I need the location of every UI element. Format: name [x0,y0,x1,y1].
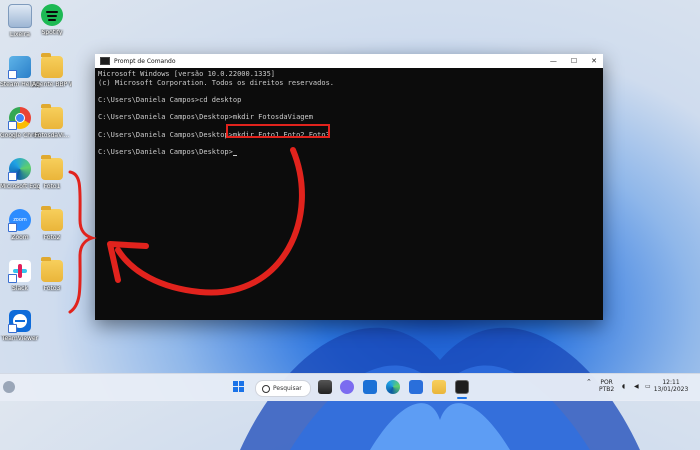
folder-icon[interactable]: Agente BBP Windows e... [32,53,72,88]
battery-icon[interactable]: ▭ [645,383,651,390]
desktop-icon-label: Foto3 [43,285,61,292]
desktop-icon-label: Agente BBP Windows e... [32,81,72,88]
clock[interactable]: 12:11 13/01/2023 [653,379,689,393]
terminal-icon [100,57,110,65]
terminal-prompt: C:\Users\Daniela Campos\Desktop> [98,148,233,157]
close-button[interactable]: ✕ [591,57,597,65]
terminal-line: C:\Users\Daniela Campos\Desktop>mkdir Fo… [98,130,330,139]
folder-icon[interactable]: Foto1 [32,155,72,190]
minimize-button[interactable]: — [550,57,557,65]
clock-time: 12:11 [662,379,680,386]
taskbar: Pesquisar ⌃ POR PTB2 ◖ ◀ ▭ 12:11 13/01/2… [0,373,700,401]
network-icon[interactable]: ◖ [622,383,625,390]
folder-icon[interactable]: FotosdaVi... [32,104,72,139]
folder-icon[interactable]: Foto2 [32,206,72,241]
chevron-up-icon[interactable]: ⌃ [586,379,592,386]
search-label: Pesquisar [273,385,302,392]
chat-icon[interactable] [340,380,354,394]
terminal-output[interactable]: Microsoft Windows [versão 10.0.22000.133… [95,68,603,159]
language-indicator[interactable]: POR PTB2 [599,379,614,393]
desktop-icon-label: Foto1 [43,183,61,190]
volume-icon[interactable]: ◀ [634,383,639,390]
store-icon[interactable] [409,380,423,394]
terminal-taskbar-icon[interactable] [455,380,469,394]
search-icon [262,384,270,393]
file-explorer-icon[interactable] [432,380,446,394]
bracket-annotation [68,170,97,314]
window-title-bar[interactable]: Prompt de Comando — ☐ ✕ [95,54,603,68]
terminal-line: C:\Users\Daniela Campos\Desktop>mkdir Fo… [98,113,313,122]
desktop-icon-label: Foto2 [43,234,61,241]
search-box[interactable]: Pesquisar [255,380,311,397]
active-indicator [457,397,467,399]
terminal-line: C:\Users\Daniela Campos>cd desktop [98,96,242,105]
clock-date: 13/01/2023 [653,386,689,393]
folder-icon[interactable]: Foto3 [32,257,72,292]
maximize-button[interactable]: ☐ [571,57,577,65]
task-view-icon[interactable] [318,380,332,394]
language-label: POR [600,379,613,386]
desktop-icon-label: Spotify [41,29,63,36]
keyboard-label: PTB2 [599,386,615,393]
window-title: Prompt de Comando [114,57,176,65]
terminal-line: (c) Microsoft Corporation. Todos os dire… [98,78,335,87]
weather-icon[interactable] [3,381,15,393]
desktop-icon-label: TeamViewer [1,335,39,342]
teamviewer-icon[interactable]: TeamViewer [0,310,40,342]
text-cursor [232,154,237,156]
terminal-line: Microsoft Windows [versão 10.0.22000.133… [98,70,276,78]
command-highlight-box [226,124,330,138]
desktop-icon-label: FotosdaVi... [34,132,70,139]
command-prompt-window[interactable]: Prompt de Comando — ☐ ✕ Microsoft Window… [95,54,603,320]
mail-icon[interactable] [363,380,377,394]
edge-taskbar-icon[interactable] [386,380,400,394]
start-button[interactable] [232,380,246,394]
spotify-icon[interactable]: Spotify [32,4,72,36]
